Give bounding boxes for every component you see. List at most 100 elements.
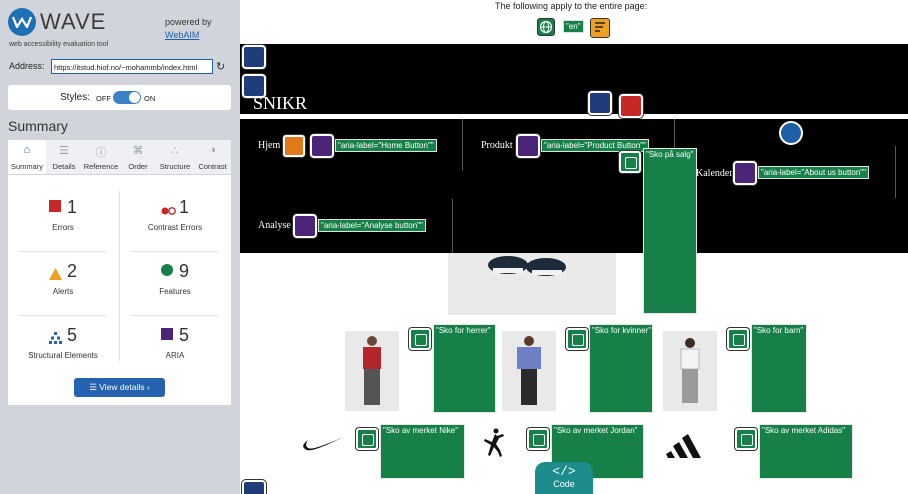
tab-label: Structure	[159, 162, 191, 171]
view-details-icon: ☰	[89, 382, 100, 392]
page-wide-note: The following apply to the entire page:	[495, 1, 648, 11]
aria-tag-icon[interactable]	[310, 134, 334, 158]
home-aria-label: "aria-label="Home Button""	[335, 139, 437, 152]
view-details-button[interactable]: ☰ View details ›	[74, 378, 165, 397]
tab-summary[interactable]: ⌂ Summary	[8, 140, 46, 174]
nike-logo	[302, 434, 346, 457]
divider	[132, 251, 218, 252]
list-icon: ☰	[59, 145, 69, 157]
aria-count: 5	[178, 325, 189, 345]
image-feature-icon[interactable]	[619, 151, 641, 173]
divider	[20, 251, 106, 252]
address-row: Address: https://itstud.hiof.no/~mohammb…	[0, 57, 240, 77]
powered-by-text: powered by	[165, 17, 212, 27]
brand-alt-label: "Sko av merket Jordan"	[554, 426, 638, 435]
tab-contrast[interactable]: ◑ Contrast	[194, 140, 231, 174]
main-region-icon	[588, 91, 612, 115]
stat-aria[interactable]: 5 ARIA	[120, 315, 230, 377]
tab-order[interactable]: ⌘ Order	[120, 140, 156, 174]
globe-icon[interactable]	[537, 18, 555, 36]
aria-tag-icon[interactable]	[516, 134, 540, 158]
category-alt-label: "Sko for barn"	[754, 326, 804, 335]
summary-heading: Summary	[8, 118, 68, 134]
nav-divider	[895, 146, 896, 198]
contrast-error-icon	[161, 200, 176, 216]
image-feature-icon[interactable]	[566, 328, 588, 350]
nav-divider	[462, 119, 463, 171]
image-feature-icon[interactable]	[409, 328, 431, 350]
stat-errors[interactable]: 1 Errors	[8, 187, 118, 249]
tab-details[interactable]: ☰ Details	[46, 140, 82, 174]
image-feature-icon[interactable]	[356, 428, 378, 450]
alert-link-icon[interactable]	[283, 135, 305, 157]
category-alt-text: "Sko for barn"	[751, 324, 807, 413]
features-label: Features	[159, 287, 191, 296]
toggle-knob	[129, 92, 140, 103]
styles-toggle[interactable]	[113, 91, 141, 104]
structural-icon	[48, 328, 62, 345]
contrast-icon: ◑	[209, 144, 216, 156]
calendar-aria-label: "aria-label="About us button""	[758, 166, 869, 179]
nav-analyse[interactable]: Analyse	[258, 220, 291, 231]
men-model-image	[345, 331, 399, 411]
category-alt-label: "Sko for kvinner"	[592, 326, 652, 335]
tab-label: Reference	[83, 162, 119, 171]
header-region-icon	[242, 45, 266, 69]
aria-tag-icon[interactable]	[293, 214, 317, 238]
code-button[interactable]: </> Code	[535, 462, 593, 494]
nav-product[interactable]: Produkt	[481, 140, 513, 151]
info-icon: ⓘ	[95, 147, 107, 159]
styles-off-label: OFF	[96, 94, 111, 103]
tab-structure[interactable]: ∴ Structure	[156, 140, 194, 174]
image-feature-icon[interactable]	[727, 328, 749, 350]
styles-on-label: ON	[144, 94, 156, 103]
brand-alt-label: "Sko av merket Nike"	[383, 426, 459, 435]
error-icon	[48, 200, 61, 213]
features-count: 9	[178, 261, 189, 281]
brand-alt-text: "Sko av merket Adidas"	[759, 424, 853, 479]
order-icon: ⌘	[132, 145, 144, 157]
summary-stats: 1 Errors 1 Contrast Errors 2 Alerts 9 Fe…	[8, 175, 231, 405]
tab-reference[interactable]: ⓘ Reference	[82, 140, 120, 174]
contrast-errors-label: Contrast Errors	[147, 223, 203, 232]
structural-count: 5	[66, 325, 77, 345]
divider	[119, 191, 120, 361]
hero-alt-text: "Sko på salg"	[643, 148, 697, 314]
hero-alt-label: "Sko på salg"	[646, 150, 694, 159]
stat-structural[interactable]: 5 Structural Elements	[8, 315, 118, 377]
category-alt-text: "Sko for herrer"	[433, 324, 496, 413]
structural-label: Structural Elements	[28, 351, 98, 360]
stat-contrast-errors[interactable]: 1 Contrast Errors	[120, 187, 230, 249]
wave-logo-icon	[8, 8, 36, 36]
site-logo[interactable]: SNIKR	[253, 93, 307, 114]
image-feature-icon[interactable]	[735, 428, 757, 450]
language-label: "en"	[563, 20, 584, 33]
webaim-link[interactable]: WebAIM	[165, 30, 199, 40]
footer-region-icon	[242, 480, 266, 494]
error-tag-icon[interactable]	[619, 94, 643, 118]
aria-tag-icon[interactable]	[733, 161, 757, 185]
styles-toggle-row: Styles: OFF ON	[8, 85, 231, 110]
image-feature-icon[interactable]	[527, 428, 549, 450]
address-label: Address:	[9, 61, 45, 71]
aria-label-text: ARIA	[165, 351, 185, 360]
address-input[interactable]: https://itstud.hiof.no/~mohammb/index.ht…	[51, 59, 213, 74]
code-label: Code	[553, 479, 575, 489]
alerts-count: 2	[66, 261, 77, 281]
wave-sidebar: WAVE web accessibility evaluation tool p…	[0, 0, 240, 494]
alert-text-icon[interactable]	[590, 18, 610, 38]
nav-calendar[interactable]: Kalender	[696, 168, 733, 179]
tab-label: Order	[128, 162, 148, 171]
divider	[132, 315, 218, 316]
list-structure-icon	[779, 121, 803, 145]
errors-count: 1	[66, 197, 77, 217]
divider	[20, 315, 106, 316]
home-icon: ⌂	[23, 144, 31, 156]
refresh-icon[interactable]: ↻	[216, 60, 225, 73]
wave-subtitle: web accessibility evaluation tool	[9, 41, 109, 48]
stat-alerts[interactable]: 2 Alerts	[8, 251, 118, 313]
tab-label: Details	[52, 162, 76, 171]
wave-brand: WAVE web accessibility evaluation tool p…	[0, 0, 240, 54]
stat-features[interactable]: 9 Features	[120, 251, 230, 313]
nav-home[interactable]: Hjem	[258, 140, 280, 151]
